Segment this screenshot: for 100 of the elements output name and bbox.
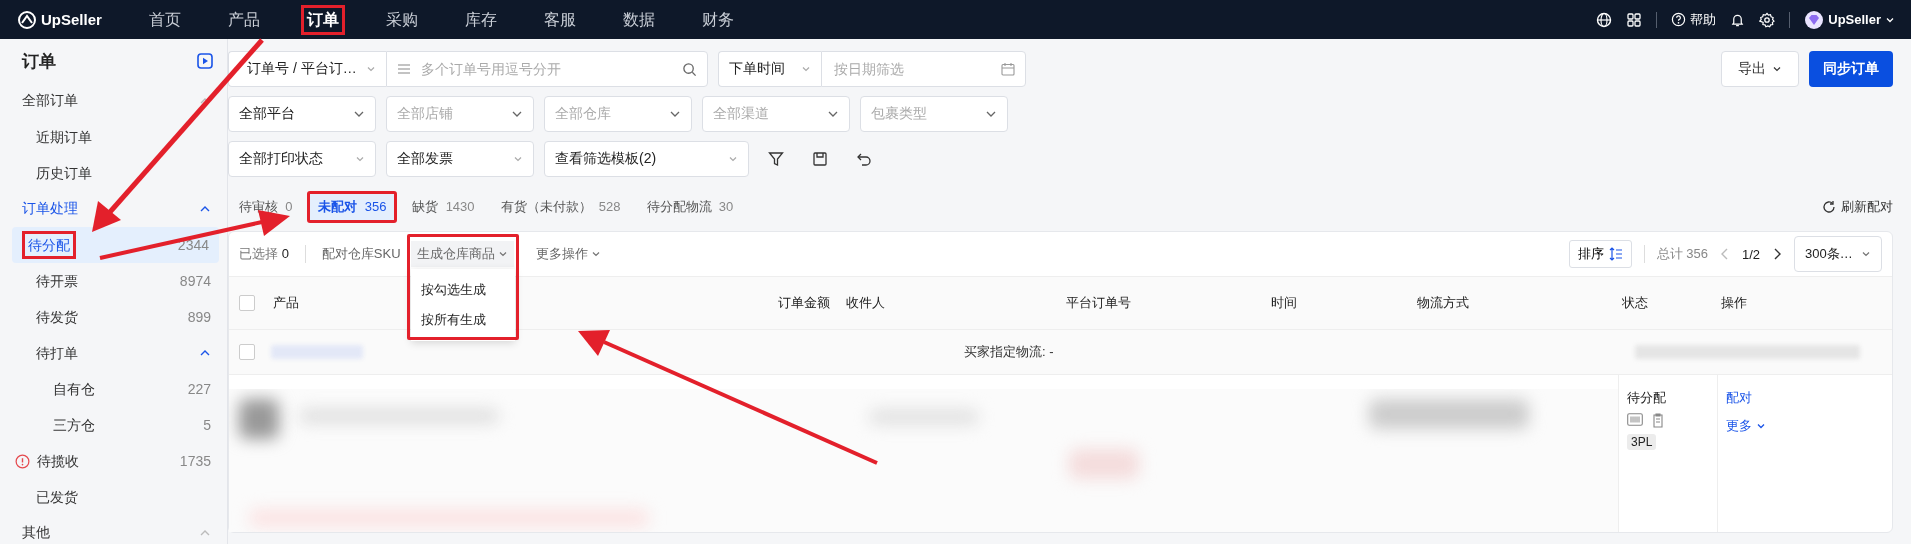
caret-icon <box>1861 249 1871 259</box>
page-size-select[interactable]: 300条… <box>1794 236 1882 272</box>
more-link[interactable]: 更多 <box>1726 417 1766 435</box>
more-actions-dropdown[interactable]: 更多操作 <box>535 245 601 263</box>
search-icon[interactable] <box>682 61 697 77</box>
filter-select[interactable]: 全部发票 <box>386 141 534 177</box>
nav-item[interactable]: 采购 <box>380 4 424 35</box>
column-header: 平台订单号 <box>1065 294 1132 312</box>
match-link[interactable]: 配对 <box>1726 389 1752 407</box>
help-link[interactable]: 帮助 <box>1690 10 1717 29</box>
status-tab[interactable]: 有货（未付款） 528 <box>489 191 632 223</box>
selected-count: 已选择 0 <box>239 245 289 263</box>
generate-dropdown[interactable]: 生成仓库商品 <box>410 241 514 267</box>
sidebar-item[interactable]: 待分配 <box>22 231 76 259</box>
caret-icon <box>728 154 738 164</box>
status-tab[interactable]: 缺货 1430 <box>401 191 486 223</box>
sidebar-group[interactable]: 其他 <box>22 524 50 542</box>
caret-icon <box>827 109 839 119</box>
settings-icon[interactable] <box>1759 11 1776 28</box>
column-header: 操作 <box>1720 294 1748 312</box>
undo-icon[interactable] <box>856 151 872 167</box>
match-sku-action[interactable]: 配对仓库SKU <box>321 245 401 263</box>
total-count: 总计 356 <box>1656 245 1708 263</box>
status-tab[interactable]: 待审核 0 <box>228 191 304 223</box>
user-menu[interactable]: UpSeller <box>1828 12 1881 27</box>
caret-icon <box>497 249 508 259</box>
column-header: 收件人 <box>845 294 886 312</box>
nav-item[interactable]: 库存 <box>459 4 503 35</box>
globe-icon[interactable] <box>1596 11 1613 28</box>
filter-select[interactable]: 全部平台 <box>228 96 376 132</box>
menu-item[interactable]: 按勾选生成 <box>410 275 515 305</box>
sidebar-item[interactable]: 待揽收 <box>31 447 85 475</box>
item-count: 2344 <box>177 237 209 253</box>
page-indicator: 1/2 <box>1741 246 1760 262</box>
column-header: 订单金额 <box>777 294 831 312</box>
refresh-link[interactable]: 刷新配对 <box>1841 198 1893 216</box>
status-tab[interactable]: 未配对 356 <box>307 191 398 223</box>
caret-icon <box>801 64 811 74</box>
logo-text: UpSeller <box>41 11 102 28</box>
caret-icon <box>985 109 997 119</box>
chevron-icon[interactable] <box>199 349 211 357</box>
refresh-icon[interactable] <box>1822 200 1836 214</box>
menu-item[interactable]: 按所有生成 <box>410 305 515 335</box>
nav-item[interactable]: 订单 <box>301 4 345 35</box>
column-header: 状态 <box>1621 294 1649 312</box>
nav-item[interactable]: 客服 <box>538 4 582 35</box>
calendar-icon[interactable] <box>1001 62 1015 76</box>
filter-select[interactable]: 全部打印状态 <box>228 141 376 177</box>
column-header: 物流方式 <box>1416 294 1470 312</box>
sidebar-item[interactable]: 已发货 <box>30 483 84 511</box>
chevron-icon[interactable] <box>199 205 211 213</box>
search-field[interactable]: 多个订单号用逗号分开 <box>419 60 674 78</box>
caret-icon <box>355 154 365 164</box>
sidebar-item[interactable]: 待开票 <box>30 267 84 295</box>
sidebar-item[interactable]: 近期订单 <box>30 123 98 151</box>
sort-button[interactable]: 排序 <box>1568 240 1632 268</box>
caret-icon <box>1772 64 1782 74</box>
sidebar-item[interactable]: 待发货 <box>30 303 84 331</box>
help-icon[interactable] <box>1671 12 1687 27</box>
item-count: 1735 <box>179 453 211 469</box>
status-text: 待分配 <box>1627 389 1666 407</box>
next-page-icon[interactable] <box>1772 247 1782 261</box>
save-icon[interactable] <box>812 151 828 167</box>
sidebar-item[interactable]: 自有仓 <box>47 375 101 403</box>
caret-icon <box>366 64 376 74</box>
item-count: 227 <box>187 381 211 397</box>
search-type-select[interactable]: 订单号 / 平台订… <box>228 51 386 87</box>
time-type-select[interactable]: 下单时间 <box>718 51 821 87</box>
checkbox[interactable] <box>239 295 255 311</box>
nav-item[interactable]: 首页 <box>143 4 187 35</box>
export-button[interactable]: 导出 <box>1721 51 1799 87</box>
search-bar[interactable]: 多个订单号用逗号分开 <box>386 51 708 87</box>
date-picker[interactable]: 按日期筛选 <box>821 51 1026 87</box>
caret-icon <box>669 109 681 119</box>
filter-select[interactable]: 查看筛选模板(2) <box>544 141 749 177</box>
logistics-note: 买家指定物流: - <box>964 343 1054 361</box>
sidebar-item[interactable]: 三方仓 <box>47 411 101 439</box>
date-field[interactable]: 按日期筛选 <box>832 60 993 78</box>
barcode-icon[interactable] <box>1627 413 1643 426</box>
sidebar-item[interactable]: 待打单 <box>30 339 84 367</box>
nav-item[interactable]: 产品 <box>222 4 266 35</box>
column-header: 产品 <box>272 294 300 312</box>
sort-icon <box>1608 247 1623 261</box>
grid-icon[interactable] <box>1626 11 1643 28</box>
nav-item[interactable]: 财务 <box>696 4 740 35</box>
sync-button[interactable]: 同步订单 <box>1809 51 1893 87</box>
caret-icon <box>1756 421 1766 431</box>
sidebar-title: 订单 <box>22 50 56 73</box>
item-count: 5 <box>203 417 211 433</box>
nav-item[interactable]: 数据 <box>617 4 661 35</box>
sidebar-group[interactable]: 全部订单 <box>22 92 78 110</box>
sidebar-item[interactable]: 历史订单 <box>30 159 98 187</box>
tag: 3PL <box>1627 434 1657 450</box>
play-icon[interactable] <box>197 53 213 69</box>
status-tab[interactable]: 待分配物流 30 <box>635 191 745 223</box>
filter-icon[interactable] <box>768 151 784 167</box>
avatar-icon[interactable] <box>1804 9 1825 30</box>
clipboard-icon[interactable] <box>1651 413 1665 428</box>
checkbox[interactable] <box>239 344 255 360</box>
sidebar-group[interactable]: 订单处理 <box>22 200 78 218</box>
